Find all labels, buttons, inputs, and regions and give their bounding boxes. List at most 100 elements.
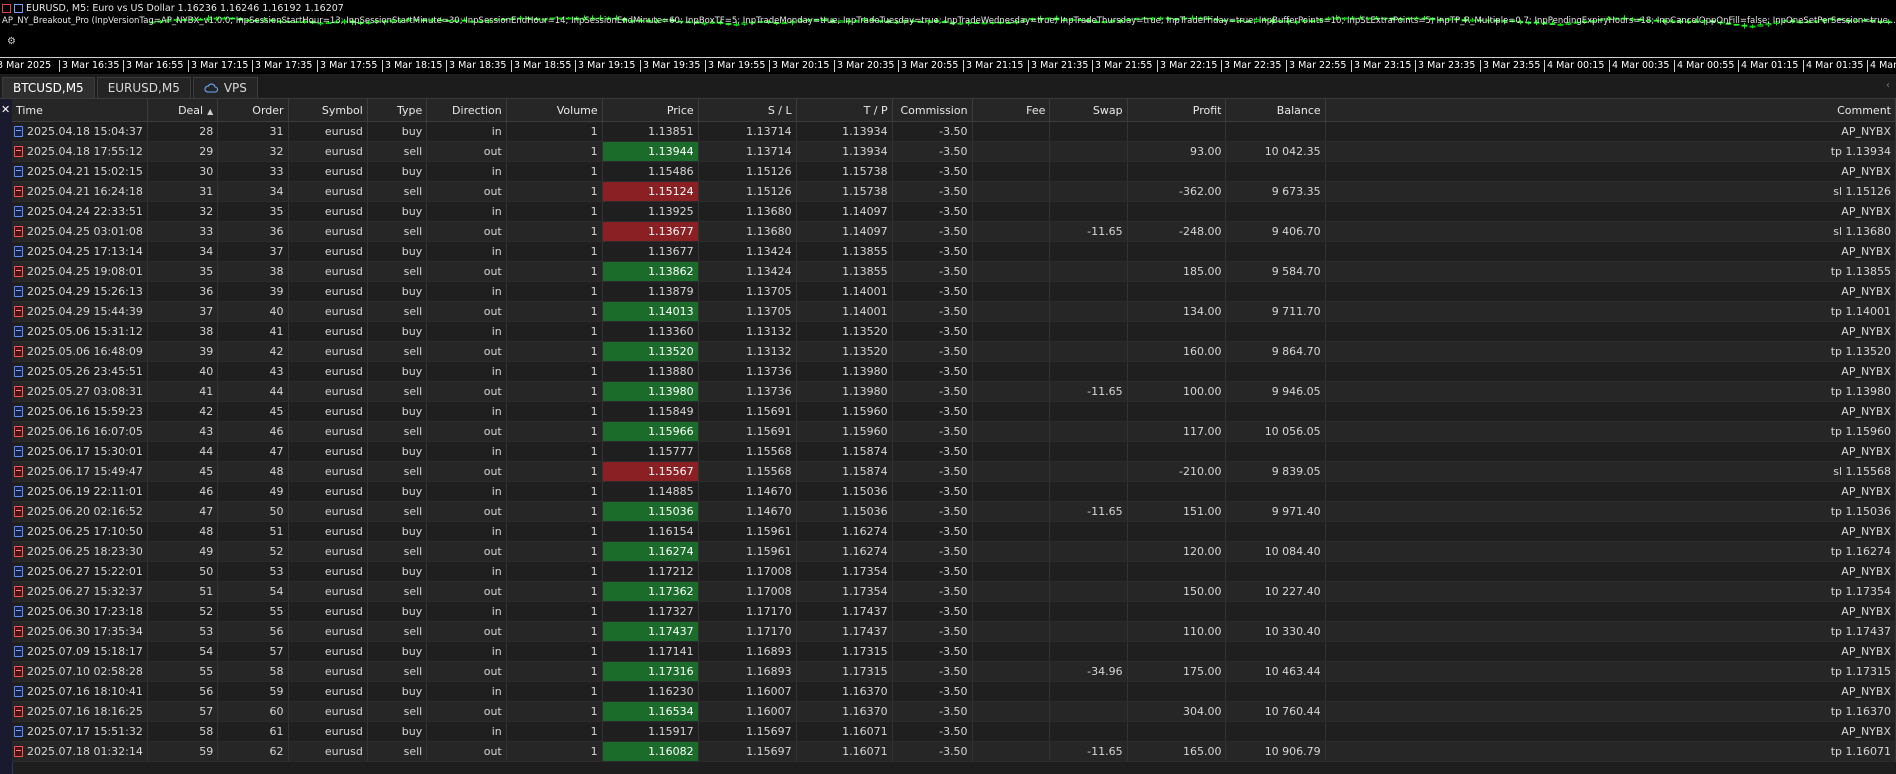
cell-type: buy (367, 441, 428, 462)
cell-order: 35 (217, 201, 289, 222)
cell-type: buy (367, 281, 428, 302)
col-header-direction[interactable]: Direction (426, 99, 507, 122)
cell-deal: 58 (147, 721, 219, 742)
sell-deal-icon (14, 186, 23, 197)
cell-sl: 1.13736 (698, 361, 797, 382)
cell-swap (1049, 441, 1128, 462)
table-row[interactable]: 2025.06.16 16:07:05 43 46 eurusd sell out 1 1.1… (12, 421, 1896, 442)
table-row[interactable]: 2025.04.25 03:01:08 33 36 eurusd sell out 1 1.1… (12, 221, 1896, 242)
tab-vps[interactable]: VPS (192, 77, 258, 98)
cell-comment: AP_NYBX (1325, 641, 1896, 662)
table-row[interactable]: 2025.06.25 17:10:50 48 51 eurusd buy in 1 1.161… (12, 521, 1896, 542)
cell-sl: 1.13424 (698, 261, 797, 282)
col-header-order[interactable]: Order (217, 99, 289, 122)
table-row[interactable]: 2025.04.18 15:04:37 28 31 eurusd buy in 1 1.138… (12, 121, 1896, 142)
table-row[interactable]: 2025.05.27 03:08:31 41 44 eurusd sell out 1 1.1… (12, 381, 1896, 402)
table-row[interactable]: 2025.04.24 22:33:51 32 35 eurusd buy in 1 1.139… (12, 201, 1896, 222)
col-header-profit[interactable]: Profit (1127, 99, 1227, 122)
col-header-tp[interactable]: T / P (796, 99, 893, 122)
close-icon[interactable]: ✕ (1, 104, 10, 115)
cell-sl: 1.14670 (698, 501, 797, 522)
table-row[interactable]: 2025.04.21 15:02:15 30 33 eurusd buy in 1 1.154… (12, 161, 1896, 182)
col-header-price[interactable]: Price (602, 99, 699, 122)
time-axis-label: 3 Mar 17:35 (252, 60, 312, 72)
table-row[interactable]: 2025.04.25 17:13:14 34 37 eurusd buy in 1 1.136… (12, 241, 1896, 262)
table-row[interactable]: 2025.06.20 02:16:52 47 50 eurusd sell out 1 1.1… (12, 501, 1896, 522)
gear-icon[interactable]: ⚙ (7, 36, 16, 47)
table-row[interactable]: 2025.07.10 02:58:28 55 58 eurusd sell out 1 1.1… (12, 661, 1896, 682)
table-row[interactable]: 2025.07.09 15:18:17 54 57 eurusd buy in 1 1.171… (12, 641, 1896, 662)
col-header-sl[interactable]: S / L (698, 99, 797, 122)
cell-symbol: eurusd (288, 721, 368, 742)
cell-order: 59 (217, 681, 289, 702)
col-header-commission[interactable]: Commission (892, 99, 973, 122)
buy-deal-icon (14, 526, 23, 537)
tab-btcusd-m5[interactable]: BTCUSD,M5 (2, 77, 95, 98)
table-row[interactable]: 2025.06.17 15:49:47 45 48 eurusd sell out 1 1.1… (12, 461, 1896, 482)
table-row[interactable]: 2025.04.18 17:55:12 29 32 eurusd sell out 1 1.1… (12, 141, 1896, 162)
cell-price: 1.13677 (602, 241, 699, 262)
table-row[interactable]: 2025.05.06 16:48:09 39 42 eurusd sell out 1 1.1… (12, 341, 1896, 362)
table-row[interactable]: 2025.06.25 18:23:30 49 52 eurusd sell out 1 1.1… (12, 541, 1896, 562)
col-header-fee[interactable]: Fee (972, 99, 1051, 122)
col-header-comment[interactable]: Comment (1325, 99, 1896, 122)
cell-vol: 1 (506, 141, 603, 162)
table-row[interactable]: 2025.06.30 17:23:18 52 55 eurusd buy in 1 1.173… (12, 601, 1896, 622)
cell-dir: in (426, 361, 507, 382)
cell-comment: tp 1.17437 (1325, 621, 1896, 642)
price-chart[interactable]: EURUSD, M5: Euro vs US Dollar 1.16236 1.… (0, 0, 1896, 74)
table-row[interactable]: 2025.06.19 22:11:01 46 49 eurusd buy in 1 1.148… (12, 481, 1896, 502)
table-row[interactable]: 2025.07.18 01:32:14 59 62 eurusd sell out 1 1.1… (12, 741, 1896, 762)
table-row[interactable]: 2025.05.26 23:45:51 40 43 eurusd buy in 1 1.138… (12, 361, 1896, 382)
table-row[interactable]: 2025.04.29 15:44:39 37 40 eurusd sell out 1 1.1… (12, 301, 1896, 322)
chart-one-click-icon[interactable] (14, 3, 23, 13)
cell-type: buy (367, 681, 428, 702)
tab-scroll-icon[interactable]: ‹ (1886, 80, 1890, 91)
cell-time: 2025.06.25 17:10:50 (12, 521, 148, 542)
cell-order: 41 (217, 321, 289, 342)
cell-deal: 36 (147, 281, 219, 302)
table-row[interactable]: 2025.06.16 15:59:23 42 45 eurusd buy in 1 1.158… (12, 401, 1896, 422)
col-header-swap[interactable]: Swap (1049, 99, 1128, 122)
cell-vol: 1 (506, 741, 603, 762)
table-row[interactable]: 2025.06.27 15:32:37 51 54 eurusd sell out 1 1.1… (12, 581, 1896, 602)
col-header-time[interactable]: Time (12, 99, 148, 122)
cell-comment: tp 1.13855 (1325, 261, 1896, 282)
table-row[interactable]: 2025.06.30 17:35:34 53 56 eurusd sell out 1 1.1… (12, 621, 1896, 642)
time-axis-label: 3 Mar 17:15 (188, 60, 248, 72)
table-row[interactable]: 2025.04.29 15:26:13 36 39 eurusd buy in 1 1.138… (12, 281, 1896, 302)
cell-fee (972, 361, 1051, 382)
cell-symbol: eurusd (288, 181, 368, 202)
buy-deal-icon (14, 206, 23, 217)
cell-price: 1.17362 (602, 581, 699, 602)
chart-menu-icon[interactable] (2, 3, 11, 13)
table-row[interactable]: 2025.07.17 15:51:32 58 61 eurusd buy in 1 1.159… (12, 721, 1896, 742)
cell-time: 2025.04.24 22:33:51 (12, 201, 148, 222)
cell-comment: AP_NYBX (1325, 161, 1896, 182)
table-row[interactable]: 2025.06.27 15:22:01 50 53 eurusd buy in 1 1.172… (12, 561, 1896, 582)
col-header-symbol[interactable]: Symbol (288, 99, 368, 122)
table-row[interactable]: 2025.04.25 19:08:01 35 38 eurusd sell out 1 1.1… (12, 261, 1896, 282)
cell-dir: out (426, 741, 507, 762)
table-row[interactable]: 2025.04.21 16:24:18 31 34 eurusd sell out 1 1.1… (12, 181, 1896, 202)
col-header-deal[interactable]: Deal ▲ (147, 99, 219, 122)
tab-eurusd-m5[interactable]: EURUSD,M5 (96, 77, 191, 98)
time-axis-label: 4 Mar 01:35 (1803, 60, 1863, 72)
col-header-volume[interactable]: Volume (506, 99, 603, 122)
cell-symbol: eurusd (288, 261, 368, 282)
cell-symbol: eurusd (288, 341, 368, 362)
table-row[interactable]: 2025.07.16 18:10:41 56 59 eurusd buy in 1 1.162… (12, 681, 1896, 702)
cell-comm: -3.50 (892, 441, 973, 462)
cell-time: 2025.04.25 19:08:01 (12, 261, 148, 282)
col-header-balance[interactable]: Balance (1225, 99, 1326, 122)
time-axis-label: 4 Mar 01:15 (1738, 60, 1798, 72)
table-row[interactable]: 2025.07.16 18:16:25 57 60 eurusd sell out 1 1.1… (12, 701, 1896, 722)
cell-price: 1.15966 (602, 421, 699, 442)
cell-price: 1.17327 (602, 601, 699, 622)
cell-type: sell (367, 581, 428, 602)
table-row[interactable]: 2025.05.06 15:31:12 38 41 eurusd buy in 1 1.133… (12, 321, 1896, 342)
sell-deal-icon (14, 306, 23, 317)
cell-comment: AP_NYBX (1325, 281, 1896, 302)
col-header-type[interactable]: Type (367, 99, 428, 122)
table-row[interactable]: 2025.06.17 15:30:01 44 47 eurusd buy in 1 1.157… (12, 441, 1896, 462)
